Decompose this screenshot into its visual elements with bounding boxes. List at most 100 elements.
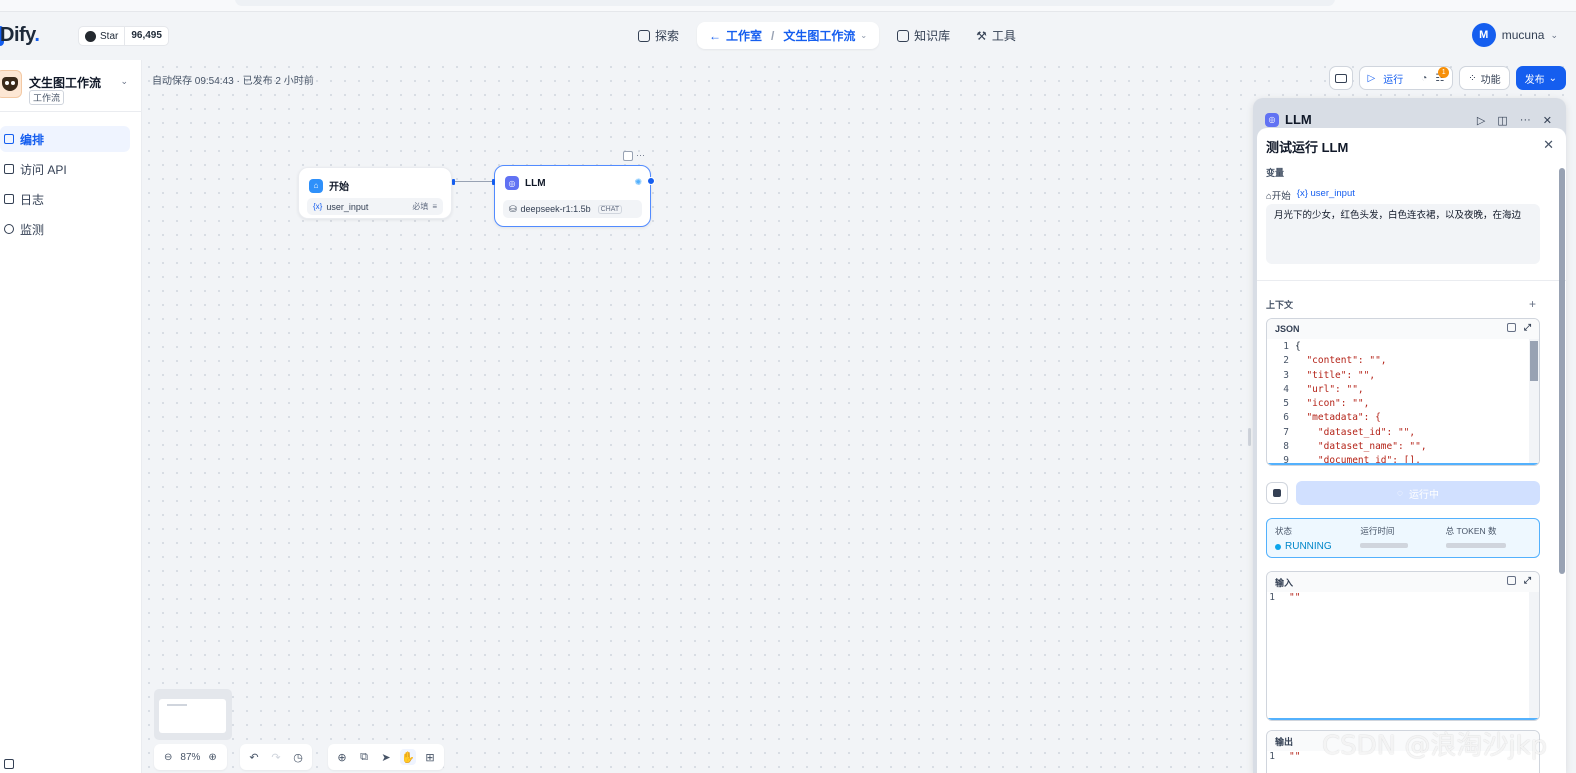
chevron-down-icon: ⌄ <box>1550 29 1558 40</box>
editor-focus-line <box>1267 718 1539 720</box>
split-view-icon[interactable]: ◫ <box>1497 114 1507 127</box>
nav-tools[interactable]: ⚒ 工具 <box>968 22 1024 49</box>
github-star-widget[interactable]: Star 96,495 <box>78 26 169 46</box>
panel-resize-handle[interactable] <box>1248 428 1251 446</box>
minimap-viewport <box>159 699 226 733</box>
pointer-icon[interactable]: ➤ <box>378 749 394 765</box>
checklist-icon[interactable]: ☷ 1 <box>1435 66 1450 84</box>
file-list-icon <box>4 194 14 204</box>
collapse-sidebar-icon[interactable] <box>4 759 14 769</box>
user-menu[interactable]: M mucuna ⌄ <box>1471 23 1558 47</box>
run-controls: ◌ 运行中 <box>1266 480 1540 506</box>
undo-icon[interactable]: ↶ <box>246 749 262 765</box>
nav-knowledge[interactable]: 知识库 <box>889 22 958 49</box>
address-bar[interactable] <box>235 0 1335 6</box>
code-text: "dataset_name": "", <box>1295 441 1427 453</box>
close-icon[interactable]: ✕ <box>1543 114 1552 127</box>
app-header: Dify. Star 96,495 探索 ← 工作室 / 文生图工作流 ⌄ 知识… <box>0 12 1576 60</box>
hammer-icon: ⚒ <box>976 28 987 43</box>
run-button[interactable]: ▷ 运行 ◔ ☷ 1 <box>1358 66 1454 90</box>
play-icon[interactable]: ▷ <box>1477 114 1485 127</box>
llm-node-toolbar: ··· <box>623 151 645 161</box>
json-scrollbar[interactable] <box>1529 339 1539 465</box>
llm-target-handle[interactable] <box>492 179 495 185</box>
node-panel-title-text: LLM <box>1285 112 1312 127</box>
edge-start-llm[interactable] <box>454 181 494 182</box>
minimap[interactable] <box>154 689 232 740</box>
code-text: "url": "", <box>1295 383 1364 395</box>
redo-icon[interactable]: ↷ <box>268 749 284 765</box>
nav-studio-label: 工作室 <box>726 29 763 43</box>
start-node[interactable]: ⌂ 开始 {x} user_input 必填 ≡ <box>298 167 452 219</box>
app-info-card[interactable]: 文生图工作流 工作流 ⌄ <box>0 66 142 112</box>
nav-studio[interactable]: ← 工作室 / 文生图工作流 ⌄ <box>697 22 880 49</box>
avatar: M <box>1471 23 1496 47</box>
sidebar-item-api[interactable]: 访问 API <box>0 156 130 182</box>
line-number: 4 <box>1283 383 1289 395</box>
variable-icon: {x} <box>1296 188 1308 199</box>
main-nav: 探索 ← 工作室 / 文生图工作流 ⌄ 知识库 ⚒ 工具 <box>630 22 1024 49</box>
hand-icon[interactable]: ✋ <box>400 749 416 765</box>
features-button[interactable]: ⁘ 功能 <box>1459 66 1510 90</box>
nav-current-app[interactable]: 文生图工作流 <box>783 27 855 44</box>
brain-icon: ◎ <box>1265 112 1279 127</box>
close-icon[interactable]: ✕ <box>1543 137 1554 153</box>
add-context-icon[interactable]: + <box>1529 297 1536 311</box>
llm-node[interactable]: ◎ LLM ✺ ⛁ deepseek-r1:1.5b CHAT <box>494 165 651 227</box>
variable-name: user_input <box>1310 188 1355 199</box>
input-viewer[interactable]: 输入 ⤢ 1 "" <box>1266 571 1540 721</box>
copy-icon[interactable] <box>1506 323 1516 332</box>
sidebar-item-logs[interactable]: 日志 <box>0 186 130 212</box>
chevron-down-icon: ⌄ <box>860 31 868 40</box>
input-scrollbar[interactable] <box>1529 592 1539 720</box>
scrollbar-thumb[interactable] <box>1530 341 1538 381</box>
panel-scrollbar[interactable] <box>1559 168 1565 574</box>
organize-icon[interactable]: ⊞ <box>422 749 438 765</box>
more-icon[interactable]: ··· <box>1520 114 1531 127</box>
sidebar-item-monitor[interactable]: 监测 <box>0 216 130 242</box>
sidebar-item-label: 访问 API <box>20 162 67 177</box>
expand-icon[interactable]: ⤢ <box>1524 576 1531 585</box>
node-panel-title: ◎ LLM <box>1265 112 1312 127</box>
nav-explore[interactable]: 探索 <box>630 22 687 49</box>
code-line: 5 "icon": "", <box>1267 397 1539 411</box>
zoom-out-icon[interactable]: ⊖ <box>164 752 172 763</box>
env-variables-button[interactable] <box>1328 66 1353 90</box>
history-icon[interactable]: ◔ <box>1421 73 1427 84</box>
add-note-icon[interactable]: ⧉ <box>356 749 372 765</box>
line-number: 2 <box>1283 355 1289 367</box>
sidebar-item-orchestrate[interactable]: 编排 <box>0 126 130 152</box>
llm-source-handle[interactable] <box>647 177 655 185</box>
line-number: 3 <box>1283 369 1289 381</box>
start-source-handle[interactable] <box>452 179 455 185</box>
dify-logo[interactable]: Dify. <box>0 24 40 47</box>
model-icon: ⛁ <box>509 203 517 214</box>
home-icon: ⌂ <box>309 178 323 193</box>
zoom-level[interactable]: 87% <box>180 752 200 763</box>
canvas-tools: ⊕ ⧉ ➤ ✋ ⊞ <box>328 744 444 770</box>
status-value: RUNNING <box>1285 541 1332 552</box>
context-json-editor[interactable]: JSON ⤢ 1{ 2 "content": "", 3 "title": ""… <box>1266 318 1540 466</box>
copy-node-icon[interactable] <box>623 151 633 161</box>
status-label: 状态 <box>1275 526 1293 536</box>
github-star-button[interactable]: Star <box>79 27 126 45</box>
stop-button[interactable] <box>1266 482 1288 504</box>
user-input-textarea[interactable]: 月光下的少女，红色头发，白色连衣裙，以及夜晚，在海边 <box>1266 204 1540 264</box>
app-name: 文生图工作流 <box>29 76 102 90</box>
running-button[interactable]: ◌ 运行中 <box>1296 481 1540 505</box>
menu-lines-icon: ≡ <box>432 202 437 211</box>
zoom-in-icon[interactable]: ⊕ <box>208 752 216 763</box>
run-label: 运行 <box>1383 74 1404 86</box>
code-line: 1{ <box>1267 340 1539 354</box>
code-text: "icon": "", <box>1295 398 1370 410</box>
json-label: JSON <box>1275 324 1300 334</box>
editor-focus-line <box>1267 463 1539 465</box>
expand-icon[interactable]: ⤢ <box>1524 323 1531 332</box>
copy-icon[interactable] <box>1506 576 1516 585</box>
add-node-icon[interactable]: ⊕ <box>334 749 350 765</box>
chevron-down-icon[interactable]: ⌄ <box>120 76 128 87</box>
more-icon[interactable]: ··· <box>636 151 645 161</box>
history-icon[interactable]: ◷ <box>290 749 306 765</box>
json-code[interactable]: 1{ 2 "content": "", 3 "title": "", 4 "ur… <box>1267 339 1539 465</box>
publish-button[interactable]: 发布 ⌄ <box>1515 66 1566 90</box>
